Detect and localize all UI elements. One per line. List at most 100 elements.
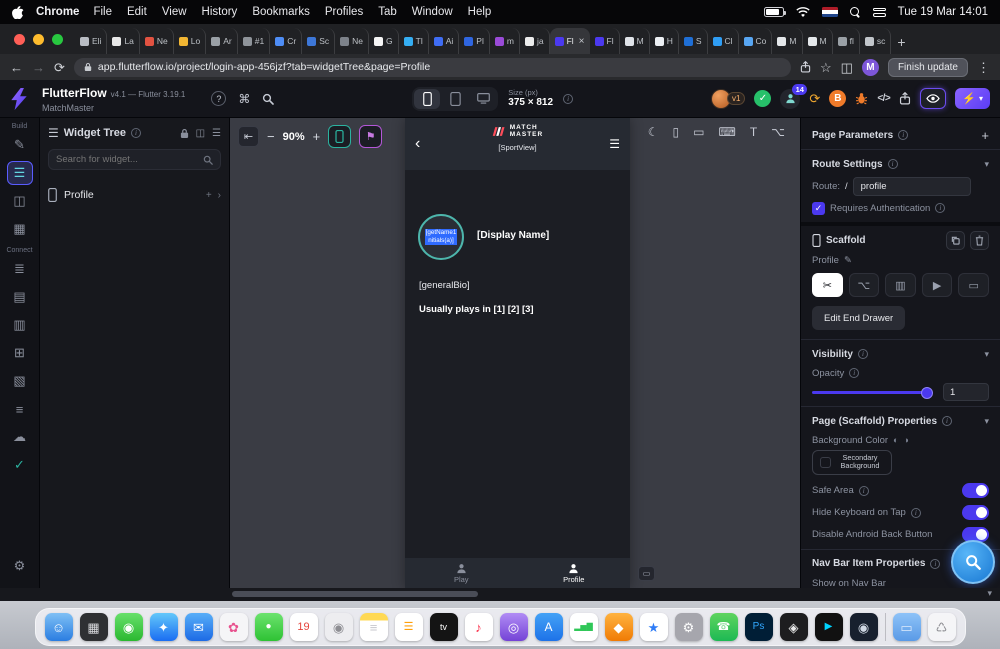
back-arrow-icon[interactable]: ‹ xyxy=(415,135,420,153)
project-health-check-icon[interactable]: ✓ xyxy=(754,90,772,107)
lock-icon[interactable] xyxy=(84,62,92,72)
size-value[interactable]: 375 × 812 xyxy=(508,97,553,109)
scaffold-tab-properties[interactable]: ✂ xyxy=(812,273,843,297)
dock-app-icon[interactable]: ▂▅▇ xyxy=(569,613,598,641)
scaffold-tab-tree[interactable]: ⌥ xyxy=(848,273,880,297)
run-lightning-button[interactable]: ⚡ ▾ xyxy=(955,88,990,109)
widget-tree-item-profile[interactable]: Profile + › xyxy=(48,188,221,202)
browser-tab[interactable]: m × xyxy=(490,28,520,54)
browser-tab[interactable]: Eli × xyxy=(75,28,108,54)
rail-icon[interactable]: ▤ xyxy=(7,285,33,309)
dock-app-icon[interactable]: ✦ xyxy=(149,613,178,641)
rail-icon[interactable]: ◫ xyxy=(7,189,33,213)
canvas-display-tool[interactable]: ☾ xyxy=(648,125,659,139)
browser-tab[interactable]: S × xyxy=(679,28,708,54)
dark-theme-mini-icon[interactable]: ◑ xyxy=(903,435,908,445)
page-parameters-info-icon[interactable]: i xyxy=(898,130,909,140)
browser-tab[interactable]: La × xyxy=(107,28,140,54)
navbar-props-info-icon[interactable]: i xyxy=(930,558,941,569)
canvas-display-tool[interactable]: T xyxy=(750,125,757,139)
apple-logo-icon[interactable] xyxy=(12,5,26,19)
flutterflow-logo-icon[interactable] xyxy=(10,87,32,111)
horizontal-scrollbar[interactable]: ▾ xyxy=(0,588,1000,601)
menubar-item[interactable]: Tab xyxy=(378,6,397,18)
browser-tab[interactable]: Cr × xyxy=(270,28,303,54)
canvas[interactable]: ⇤ − 90% + ⚑ ☾ ▯ ▭ ⌨ T ⌥ ‹ MATCH MASTER [… xyxy=(230,118,800,588)
window-zoom-button[interactable] xyxy=(52,33,63,45)
menubar-item[interactable]: Profiles xyxy=(325,6,363,18)
dock-app-icon[interactable]: ★ xyxy=(639,613,668,641)
rail-icon[interactable]: ▦ xyxy=(7,217,33,241)
scaffold-tab-layout[interactable]: ▥ xyxy=(885,273,916,297)
menubar-item[interactable]: Bookmarks xyxy=(252,6,310,18)
size-info-icon[interactable]: i xyxy=(563,93,574,104)
collapse-panel-button[interactable]: ⇤ xyxy=(238,126,259,147)
rail-icon[interactable]: ⊞ xyxy=(7,341,33,365)
safe-area-info-icon[interactable]: i xyxy=(858,485,869,496)
rail-icon[interactable]: ▧ xyxy=(7,369,33,393)
dock-app-icon[interactable]: tv xyxy=(429,613,458,641)
dock-app-icon[interactable]: ≡ xyxy=(359,613,388,641)
scaffold-page-name[interactable]: Profile xyxy=(812,255,839,266)
opacity-info-icon[interactable]: i xyxy=(849,368,860,378)
copy-widget-button[interactable] xyxy=(946,230,965,250)
phone-nav-item[interactable]: Profile xyxy=(518,558,631,588)
collaborators-icon[interactable]: 14 xyxy=(780,83,808,109)
rail-icon[interactable]: ▥ xyxy=(7,313,33,337)
browser-tab[interactable]: #1 × xyxy=(238,28,271,54)
reload-button[interactable]: ⟳ xyxy=(54,61,65,74)
new-tab-button[interactable]: + xyxy=(897,34,905,50)
widget-search-input[interactable] xyxy=(56,154,197,165)
dock-app-icon[interactable]: ♪ xyxy=(464,613,493,641)
bookmark-star-icon[interactable]: ☆ xyxy=(820,61,832,74)
preview-eye-button[interactable] xyxy=(920,88,947,109)
widget-search-box[interactable] xyxy=(48,149,221,170)
route-settings-collapse-icon[interactable]: ▾ xyxy=(984,159,989,170)
menubar-item[interactable]: File xyxy=(93,6,112,18)
rail-icon[interactable]: ☁ xyxy=(7,425,33,449)
command-palette-icon[interactable]: ⌘ xyxy=(238,92,250,106)
route-input[interactable] xyxy=(852,176,971,196)
menubar-item[interactable]: Help xyxy=(468,6,492,18)
safe-area-toggle[interactable] xyxy=(962,483,989,499)
browser-tab[interactable]: M × xyxy=(620,28,650,54)
settings-gear-icon[interactable]: ⚙ xyxy=(7,554,33,578)
dock-app-icon[interactable]: ✉ xyxy=(184,613,213,641)
profile-avatar[interactable]: [getName1 nitials(a)] xyxy=(418,214,464,260)
background-color-swatch[interactable]: Secondary Background xyxy=(812,450,892,475)
delete-widget-button[interactable] xyxy=(970,230,989,250)
rail-icon[interactable]: ☰ xyxy=(6,161,33,185)
debug-bug-icon[interactable] xyxy=(855,92,868,105)
dock-app-icon[interactable]: ▦ xyxy=(79,613,108,641)
spotlight-search-icon[interactable] xyxy=(849,6,861,18)
browser-tab[interactable]: M × xyxy=(772,28,803,54)
display-name-text[interactable]: [Display Name] xyxy=(477,230,549,241)
hide-keyboard-toggle[interactable] xyxy=(962,505,989,521)
browser-tab[interactable]: fl × xyxy=(833,28,860,54)
browser-tab[interactable]: Tl × xyxy=(399,28,429,54)
browser-tab[interactable]: Fl × xyxy=(590,28,620,54)
dock-tray-icon[interactable]: ♺ xyxy=(927,613,956,641)
help-icon[interactable]: ? xyxy=(211,91,227,106)
version-badge[interactable]: v1 xyxy=(726,92,746,105)
sync-status-icon[interactable]: ⟳ xyxy=(809,91,820,107)
edit-end-drawer-button[interactable]: Edit End Drawer xyxy=(812,306,906,330)
zoom-out-button[interactable]: − xyxy=(267,129,275,144)
canvas-mode-button[interactable] xyxy=(328,125,352,148)
browser-tab[interactable]: H × xyxy=(650,28,679,54)
header-search-icon[interactable] xyxy=(262,93,275,105)
dock-app-icon[interactable]: ☎ xyxy=(709,613,738,641)
tablet-preview-button[interactable] xyxy=(442,89,468,109)
scaffold-tab-actions[interactable]: ▶ xyxy=(921,273,953,297)
visibility-collapse-icon[interactable]: ▾ xyxy=(984,349,989,360)
branding-circle-icon[interactable]: B xyxy=(829,90,847,107)
zoom-level[interactable]: 90% xyxy=(283,131,305,143)
input-language-flag-icon[interactable] xyxy=(821,7,838,17)
requires-auth-checkbox[interactable]: ✓ xyxy=(812,201,825,215)
side-panel-icon[interactable]: ◫ xyxy=(841,61,853,74)
dock-app-icon[interactable]: ◉ xyxy=(324,613,353,641)
requires-auth-info-icon[interactable]: i xyxy=(935,203,946,213)
share-icon[interactable] xyxy=(800,61,811,73)
dock-app-icon[interactable]: ◆ xyxy=(604,613,633,641)
app-bar[interactable]: ‹ MATCH MASTER [SportView] ☰ xyxy=(405,118,630,170)
